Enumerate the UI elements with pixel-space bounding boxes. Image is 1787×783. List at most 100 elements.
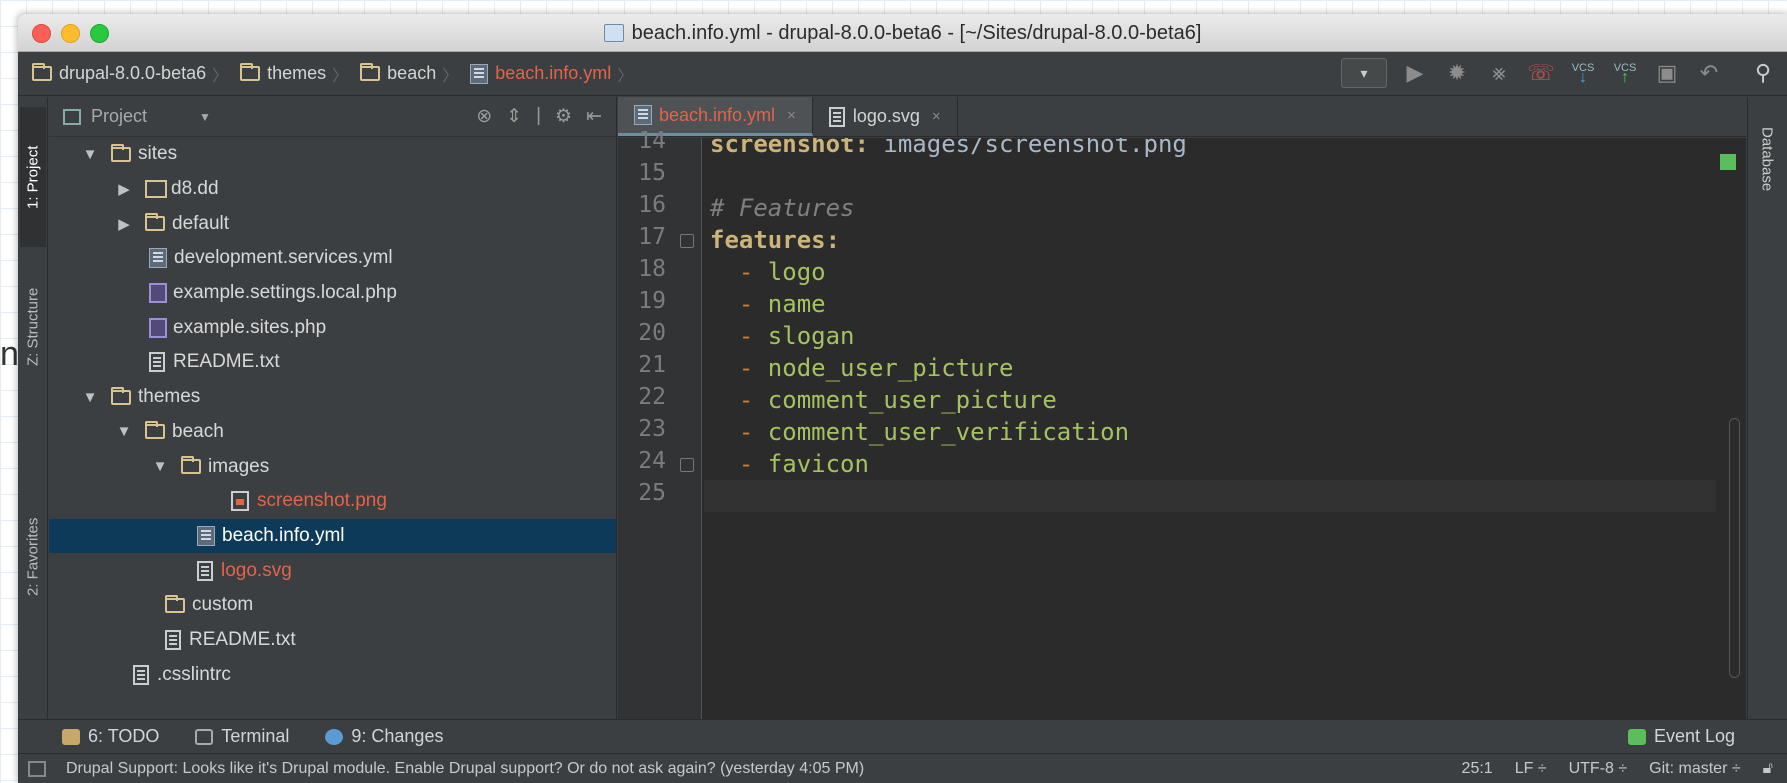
tree-item-default[interactable]: ▶ default xyxy=(49,206,616,241)
code-area[interactable]: screenshot: images/screenshot.png # Featu… xyxy=(704,138,1746,719)
collapse-all-icon[interactable]: ⇕ xyxy=(506,105,522,128)
fold-marker-icon[interactable] xyxy=(680,234,694,248)
breadcrumb-item-file[interactable]: beach.info.yml 〉 xyxy=(470,62,639,86)
tab-label: 2: Favorites xyxy=(24,517,42,597)
line-number: 17 xyxy=(638,224,666,250)
fold-marker-icon[interactable] xyxy=(680,458,694,472)
tree-item-sites[interactable]: ▼ sites xyxy=(49,137,616,172)
tree-item-images[interactable]: ▼ images xyxy=(49,449,616,484)
vcs-update-icon[interactable]: VCS ↓ xyxy=(1569,63,1597,86)
tree-item-label: .csslintrc xyxy=(157,663,231,685)
run-configuration-dropdown[interactable]: ▾ xyxy=(1341,58,1387,88)
code-line[interactable]: - favicon xyxy=(710,448,869,480)
php-listen-icon[interactable]: ☏ xyxy=(1527,60,1555,86)
line-number: 23 xyxy=(638,416,666,442)
breadcrumb-item-beach[interactable]: beach 〉 xyxy=(360,62,464,86)
hide-panel-icon[interactable]: ⇤ xyxy=(586,105,602,128)
tree-item-beach[interactable]: ▼ beach xyxy=(49,415,616,450)
chevron-down-icon[interactable]: ▼ xyxy=(79,146,101,163)
code-line[interactable]: - comment_user_picture xyxy=(710,384,1057,416)
tree-item-label: README.txt xyxy=(189,628,296,650)
tree-item-readme-themes[interactable]: README.txt xyxy=(49,623,616,658)
chevron-right-icon[interactable]: ▶ xyxy=(113,180,135,198)
tree-item-readme-sites[interactable]: README.txt xyxy=(49,345,616,380)
vcs-branch-selector[interactable]: Git: master ÷ xyxy=(1649,760,1740,778)
line-separator-selector[interactable]: LF ÷ xyxy=(1515,760,1547,778)
tree-item-example-settings-local[interactable]: example.settings.local.php xyxy=(49,276,616,311)
chevron-down-icon[interactable]: ▼ xyxy=(113,423,135,440)
tool-event-log[interactable]: Event Log xyxy=(1627,726,1735,747)
code-line[interactable]: - slogan xyxy=(710,320,855,352)
tab-database[interactable]: Database xyxy=(1754,127,1780,191)
vcs-commit-icon[interactable]: VCS ↑ xyxy=(1611,63,1639,86)
tab-project[interactable]: 1: Project xyxy=(20,107,46,247)
tree-item-label: example.sites.php xyxy=(173,316,327,338)
tree-item-themes[interactable]: ▼ themes xyxy=(49,380,616,415)
close-icon[interactable]: × xyxy=(787,107,796,124)
tree-item-custom[interactable]: custom xyxy=(49,588,616,623)
code-line[interactable]: - comment_user_verification xyxy=(710,416,1129,448)
tree-item-logo-svg[interactable]: logo.svg xyxy=(49,553,616,588)
line-number: 18 xyxy=(638,256,666,282)
toggle-tool-windows-icon[interactable] xyxy=(28,760,46,777)
breadcrumb-item-root[interactable]: drupal-8.0.0-beta6 〉 xyxy=(32,62,234,86)
tool-terminal[interactable]: Terminal xyxy=(195,726,289,747)
line-number: 24 xyxy=(638,448,666,474)
project-panel: Project ▼ ⊗ ⇕ | ⚙ ⇤ ▼ sites ▶ d8.dd ▶ defau… xyxy=(49,97,617,719)
breadcrumb-label: themes xyxy=(267,63,327,83)
caret-position[interactable]: 25:1 xyxy=(1462,760,1493,778)
run-icon[interactable]: ▶ xyxy=(1401,60,1429,86)
line-number: 20 xyxy=(638,320,666,346)
tree-item-label: d8.dd xyxy=(171,178,219,200)
tree-item-label: sites xyxy=(138,143,178,165)
tree-item-beach-info-yml[interactable]: beach.info.yml xyxy=(49,518,616,554)
code-line[interactable]: features: xyxy=(710,224,840,256)
code-line[interactable]: - name xyxy=(710,288,826,320)
tree-item-screenshot[interactable]: screenshot.png xyxy=(49,484,616,519)
tab-structure[interactable]: Z: Structure xyxy=(20,257,46,397)
tree-item-development-services[interactable]: development.services.yml xyxy=(49,241,616,276)
lock-icon[interactable]: 🔓︎ xyxy=(1763,760,1773,778)
search-everywhere-icon[interactable]: ⚲ xyxy=(1749,60,1777,86)
close-icon[interactable]: × xyxy=(932,108,941,125)
folder-icon xyxy=(111,386,131,405)
yml-file-icon xyxy=(603,24,624,42)
history-icon[interactable]: ▣ xyxy=(1653,60,1681,86)
revert-icon[interactable]: ↶ xyxy=(1695,60,1723,86)
chevron-down-icon[interactable]: ▼ xyxy=(79,389,101,406)
chevron-down-icon[interactable]: ▼ xyxy=(199,110,211,124)
project-view-selector[interactable]: Project xyxy=(91,106,147,127)
tree-item-d8dd[interactable]: ▶ d8.dd xyxy=(49,172,616,207)
vertical-scrollbar[interactable] xyxy=(1729,418,1740,678)
gear-icon[interactable]: ⚙ xyxy=(555,105,572,128)
code-line[interactable]: - node_user_picture xyxy=(710,352,1014,384)
text-file-icon xyxy=(149,352,165,373)
tab-favorites[interactable]: 2: Favorites xyxy=(20,487,46,627)
breadcrumb-item-themes[interactable]: themes 〉 xyxy=(240,62,354,86)
code-line[interactable]: - logo xyxy=(710,256,826,288)
folder-icon xyxy=(240,63,261,81)
window-title-text: beach.info.yml - drupal-8.0.0-beta6 - [~… xyxy=(631,22,1202,44)
tree-item-example-sites[interactable]: example.sites.php xyxy=(49,310,616,345)
tool-changes[interactable]: 9: Changes xyxy=(325,726,443,747)
editor-tabs: beach.info.yml × logo.svg × xyxy=(618,97,1746,137)
debug-icon[interactable]: ✹ xyxy=(1443,60,1471,86)
coverage-icon[interactable]: ⨳ xyxy=(1485,60,1513,86)
code-line[interactable]: # Features xyxy=(710,192,855,224)
code-line[interactable]: screenshot: images/screenshot.png xyxy=(710,138,1187,160)
project-panel-header: Project ▼ ⊗ ⇕ | ⚙ ⇤ xyxy=(49,97,616,137)
encoding-selector[interactable]: UTF-8 ÷ xyxy=(1569,760,1628,778)
tree-item-csslintrc[interactable]: .csslintrc xyxy=(49,657,616,692)
chevron-right-icon: 〉 xyxy=(617,67,634,85)
chevron-right-icon: 〉 xyxy=(442,67,459,85)
chevron-down-icon[interactable]: ▼ xyxy=(149,458,171,475)
tool-todo[interactable]: 6: TODO xyxy=(62,726,159,747)
status-message[interactable]: Drupal Support: Looks like it's Drupal m… xyxy=(66,760,864,778)
chevron-right-icon[interactable]: ▶ xyxy=(113,215,135,233)
tab-logo-svg[interactable]: logo.svg × xyxy=(813,97,958,136)
tab-label: Z: Structure xyxy=(24,287,42,367)
code-editor[interactable]: 14 15 16 17 18 19 20 21 22 23 24 25 screenshot: ima… xyxy=(618,128,1746,719)
code-token: name xyxy=(767,290,826,318)
scroll-from-source-icon[interactable]: ⊗ xyxy=(476,105,492,128)
divider: | xyxy=(536,105,542,126)
